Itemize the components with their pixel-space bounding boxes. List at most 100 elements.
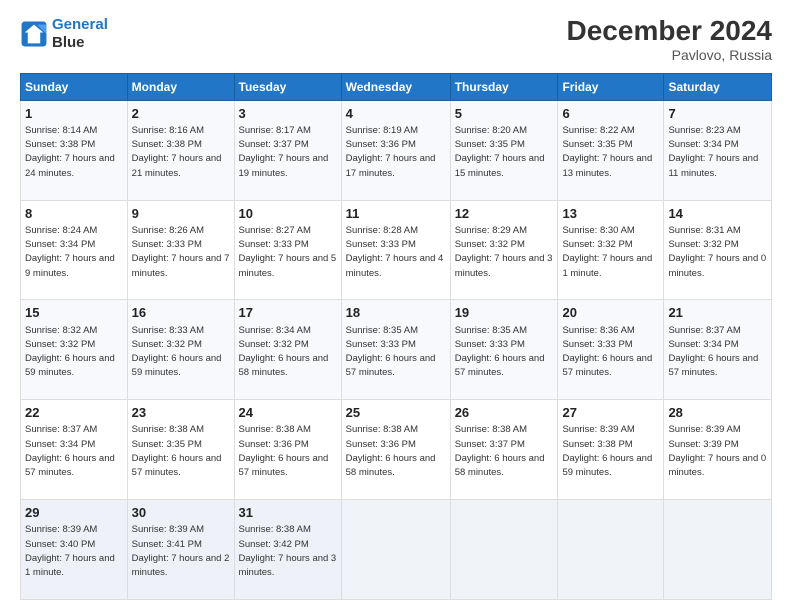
col-header-friday: Friday xyxy=(558,73,664,100)
day-number: 4 xyxy=(346,105,446,123)
calendar-cell xyxy=(558,500,664,600)
day-number: 22 xyxy=(25,404,123,422)
day-info: Sunrise: 8:35 AMSunset: 3:33 PMDaylight:… xyxy=(455,324,554,381)
calendar-cell: 7Sunrise: 8:23 AMSunset: 3:34 PMDaylight… xyxy=(664,100,772,200)
day-number: 3 xyxy=(239,105,337,123)
day-number: 12 xyxy=(455,205,554,223)
day-number: 6 xyxy=(562,105,659,123)
day-info: Sunrise: 8:31 AMSunset: 3:32 PMDaylight:… xyxy=(668,224,767,281)
day-number: 14 xyxy=(668,205,767,223)
calendar-cell: 12Sunrise: 8:29 AMSunset: 3:32 PMDayligh… xyxy=(450,200,558,300)
calendar-cell: 29Sunrise: 8:39 AMSunset: 3:40 PMDayligh… xyxy=(21,500,128,600)
day-info: Sunrise: 8:16 AMSunset: 3:38 PMDaylight:… xyxy=(132,124,230,181)
calendar-cell: 1Sunrise: 8:14 AMSunset: 3:38 PMDaylight… xyxy=(21,100,128,200)
day-info: Sunrise: 8:35 AMSunset: 3:33 PMDaylight:… xyxy=(346,324,446,381)
week-row-2: 8Sunrise: 8:24 AMSunset: 3:34 PMDaylight… xyxy=(21,200,772,300)
logo-line1: General xyxy=(52,16,108,33)
day-number: 9 xyxy=(132,205,230,223)
day-info: Sunrise: 8:37 AMSunset: 3:34 PMDaylight:… xyxy=(25,423,123,480)
day-info: Sunrise: 8:24 AMSunset: 3:34 PMDaylight:… xyxy=(25,224,123,281)
day-info: Sunrise: 8:27 AMSunset: 3:33 PMDaylight:… xyxy=(239,224,337,281)
calendar-cell: 13Sunrise: 8:30 AMSunset: 3:32 PMDayligh… xyxy=(558,200,664,300)
calendar-cell: 30Sunrise: 8:39 AMSunset: 3:41 PMDayligh… xyxy=(127,500,234,600)
subtitle: Pavlovo, Russia xyxy=(567,47,772,63)
calendar-cell: 17Sunrise: 8:34 AMSunset: 3:32 PMDayligh… xyxy=(234,300,341,400)
day-number: 17 xyxy=(239,304,337,322)
calendar-cell: 31Sunrise: 8:38 AMSunset: 3:42 PMDayligh… xyxy=(234,500,341,600)
day-number: 30 xyxy=(132,504,230,522)
day-info: Sunrise: 8:14 AMSunset: 3:38 PMDaylight:… xyxy=(25,124,123,181)
day-number: 7 xyxy=(668,105,767,123)
day-info: Sunrise: 8:39 AMSunset: 3:39 PMDaylight:… xyxy=(668,423,767,480)
calendar-cell: 5Sunrise: 8:20 AMSunset: 3:35 PMDaylight… xyxy=(450,100,558,200)
day-info: Sunrise: 8:26 AMSunset: 3:33 PMDaylight:… xyxy=(132,224,230,281)
header-row: SundayMondayTuesdayWednesdayThursdayFrid… xyxy=(21,73,772,100)
calendar-cell: 8Sunrise: 8:24 AMSunset: 3:34 PMDaylight… xyxy=(21,200,128,300)
week-row-1: 1Sunrise: 8:14 AMSunset: 3:38 PMDaylight… xyxy=(21,100,772,200)
calendar-cell: 18Sunrise: 8:35 AMSunset: 3:33 PMDayligh… xyxy=(341,300,450,400)
day-info: Sunrise: 8:39 AMSunset: 3:40 PMDaylight:… xyxy=(25,523,123,580)
calendar-cell: 27Sunrise: 8:39 AMSunset: 3:38 PMDayligh… xyxy=(558,400,664,500)
day-number: 25 xyxy=(346,404,446,422)
calendar-cell: 25Sunrise: 8:38 AMSunset: 3:36 PMDayligh… xyxy=(341,400,450,500)
day-number: 15 xyxy=(25,304,123,322)
calendar-cell: 2Sunrise: 8:16 AMSunset: 3:38 PMDaylight… xyxy=(127,100,234,200)
calendar-page: General Blue December 2024 Pavlovo, Russ… xyxy=(0,0,792,612)
calendar-cell: 28Sunrise: 8:39 AMSunset: 3:39 PMDayligh… xyxy=(664,400,772,500)
day-info: Sunrise: 8:28 AMSunset: 3:33 PMDaylight:… xyxy=(346,224,446,281)
calendar-cell: 15 Sunrise: 8:32 AMSunset: 3:32 PMDayligh… xyxy=(21,300,128,400)
logo-line2: Blue xyxy=(52,34,108,52)
col-header-monday: Monday xyxy=(127,73,234,100)
day-info: Sunrise: 8:39 AMSunset: 3:38 PMDaylight:… xyxy=(562,423,659,480)
day-number: 10 xyxy=(239,205,337,223)
day-info: Sunrise: 8:38 AMSunset: 3:42 PMDaylight:… xyxy=(239,523,337,580)
day-info: Sunrise: 8:20 AMSunset: 3:35 PMDaylight:… xyxy=(455,124,554,181)
day-info: Sunrise: 8:30 AMSunset: 3:32 PMDaylight:… xyxy=(562,224,659,281)
calendar-cell: 9Sunrise: 8:26 AMSunset: 3:33 PMDaylight… xyxy=(127,200,234,300)
col-header-saturday: Saturday xyxy=(664,73,772,100)
day-info: Sunrise: 8:32 AMSunset: 3:32 PMDaylight:… xyxy=(25,324,123,381)
day-info: Sunrise: 8:22 AMSunset: 3:35 PMDaylight:… xyxy=(562,124,659,181)
day-info: Sunrise: 8:38 AMSunset: 3:36 PMDaylight:… xyxy=(346,423,446,480)
calendar-cell: 24Sunrise: 8:38 AMSunset: 3:36 PMDayligh… xyxy=(234,400,341,500)
header: General Blue December 2024 Pavlovo, Russ… xyxy=(20,16,772,63)
logo-text: General Blue xyxy=(52,16,108,52)
day-number: 1 xyxy=(25,105,123,123)
col-header-tuesday: Tuesday xyxy=(234,73,341,100)
week-row-3: 15 Sunrise: 8:32 AMSunset: 3:32 PMDayligh… xyxy=(21,300,772,400)
calendar-cell: 26Sunrise: 8:38 AMSunset: 3:37 PMDayligh… xyxy=(450,400,558,500)
day-number: 20 xyxy=(562,304,659,322)
day-number: 13 xyxy=(562,205,659,223)
calendar-cell: 19Sunrise: 8:35 AMSunset: 3:33 PMDayligh… xyxy=(450,300,558,400)
day-info: Sunrise: 8:17 AMSunset: 3:37 PMDaylight:… xyxy=(239,124,337,181)
calendar-cell xyxy=(450,500,558,600)
calendar-cell xyxy=(664,500,772,600)
day-info: Sunrise: 8:38 AMSunset: 3:36 PMDaylight:… xyxy=(239,423,337,480)
calendar-cell: 16Sunrise: 8:33 AMSunset: 3:32 PMDayligh… xyxy=(127,300,234,400)
day-number: 8 xyxy=(25,205,123,223)
day-info: Sunrise: 8:36 AMSunset: 3:33 PMDaylight:… xyxy=(562,324,659,381)
day-info: Sunrise: 8:19 AMSunset: 3:36 PMDaylight:… xyxy=(346,124,446,181)
day-info: Sunrise: 8:29 AMSunset: 3:32 PMDaylight:… xyxy=(455,224,554,281)
day-info: Sunrise: 8:23 AMSunset: 3:34 PMDaylight:… xyxy=(668,124,767,181)
calendar-cell xyxy=(341,500,450,600)
calendar-cell: 6Sunrise: 8:22 AMSunset: 3:35 PMDaylight… xyxy=(558,100,664,200)
week-row-4: 22Sunrise: 8:37 AMSunset: 3:34 PMDayligh… xyxy=(21,400,772,500)
logo-icon xyxy=(20,20,48,48)
day-info: Sunrise: 8:33 AMSunset: 3:32 PMDaylight:… xyxy=(132,324,230,381)
main-title: December 2024 xyxy=(567,16,772,47)
calendar-cell: 14Sunrise: 8:31 AMSunset: 3:32 PMDayligh… xyxy=(664,200,772,300)
day-info: Sunrise: 8:39 AMSunset: 3:41 PMDaylight:… xyxy=(132,523,230,580)
day-number: 5 xyxy=(455,105,554,123)
col-header-sunday: Sunday xyxy=(21,73,128,100)
day-number: 28 xyxy=(668,404,767,422)
day-number: 24 xyxy=(239,404,337,422)
calendar-cell: 20 Sunrise: 8:36 AMSunset: 3:33 PMDayligh… xyxy=(558,300,664,400)
col-header-wednesday: Wednesday xyxy=(341,73,450,100)
day-info: Sunrise: 8:38 AMSunset: 3:37 PMDaylight:… xyxy=(455,423,554,480)
day-number: 31 xyxy=(239,504,337,522)
calendar-table: SundayMondayTuesdayWednesdayThursdayFrid… xyxy=(20,73,772,600)
day-number: 27 xyxy=(562,404,659,422)
calendar-cell: 3Sunrise: 8:17 AMSunset: 3:37 PMDaylight… xyxy=(234,100,341,200)
calendar-cell: 23Sunrise: 8:38 AMSunset: 3:35 PMDayligh… xyxy=(127,400,234,500)
